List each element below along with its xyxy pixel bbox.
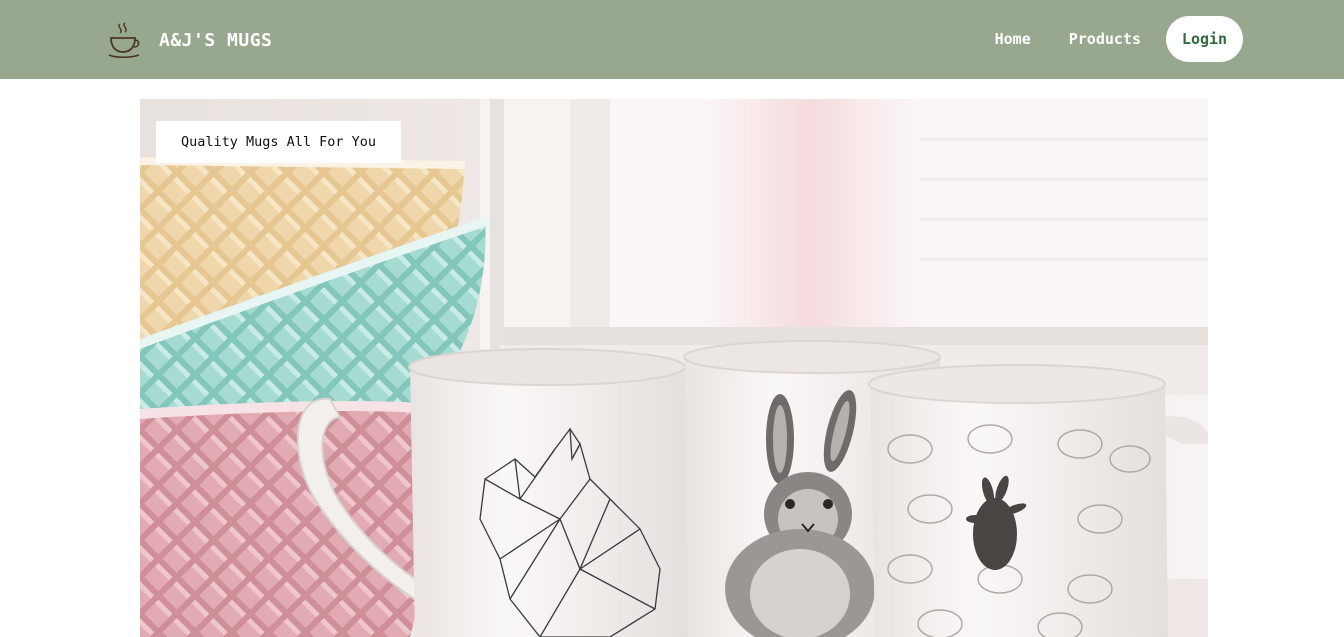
nav-products-link[interactable]: Products: [1069, 30, 1141, 48]
login-button[interactable]: Login: [1166, 16, 1243, 62]
hero-banner: [140, 99, 1208, 637]
main-nav: Home Products Login: [995, 16, 1243, 62]
brand-home-link[interactable]: A&J'S MUGS: [106, 20, 272, 60]
nav-home-link[interactable]: Home: [995, 30, 1031, 48]
brand-name: A&J'S MUGS: [159, 29, 273, 51]
coffee-cup-icon: [108, 22, 140, 59]
hero-tagline: Quality Mugs All For You: [156, 121, 401, 163]
navbar: A&J'S MUGS Home Products Login: [0, 0, 1344, 79]
hero-image: [140, 99, 1208, 637]
